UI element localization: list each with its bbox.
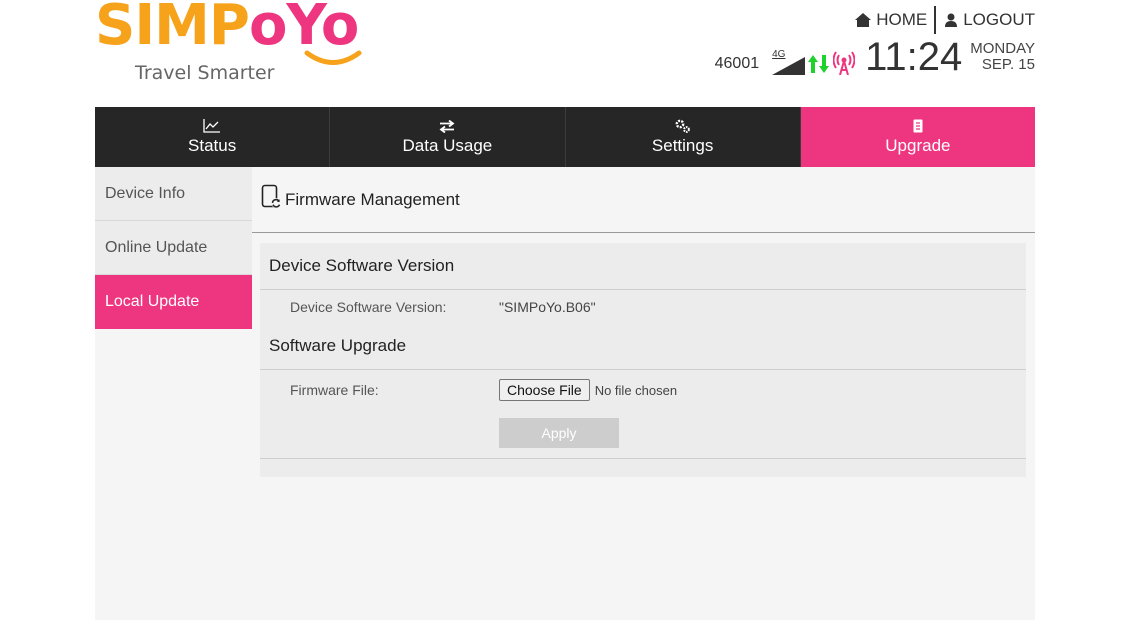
tab-upgrade-label: Upgrade xyxy=(885,136,951,155)
firmware-file-label: Firmware File: xyxy=(290,382,379,398)
signal-strength-indicator: 4G xyxy=(772,49,806,77)
carrier-code: 46001 xyxy=(714,55,760,72)
software-version-value: "SIMPoYo.B06" xyxy=(499,299,596,315)
gears-icon xyxy=(675,118,691,134)
logo-tagline: Travel Smarter xyxy=(135,62,275,84)
logo-smile-icon xyxy=(304,50,362,65)
logout-label: LOGOUT xyxy=(963,10,1035,29)
home-icon xyxy=(855,13,872,27)
page-header: Firmware Management xyxy=(252,167,1035,233)
top-links-divider xyxy=(934,6,937,34)
tab-data-usage-label: Data Usage xyxy=(402,136,493,155)
line-chart-icon xyxy=(203,118,221,134)
home-label: HOME xyxy=(876,10,928,29)
tab-settings[interactable]: Settings xyxy=(566,107,801,167)
wifi-antenna-icon xyxy=(833,51,856,75)
panel-footer xyxy=(260,458,1026,477)
firmware-device-icon xyxy=(261,184,281,208)
tab-data-usage[interactable]: Data Usage xyxy=(330,107,566,167)
section-title-software-upgrade: Software Upgrade xyxy=(260,323,1026,370)
no-file-chosen-text: No file chosen xyxy=(594,383,678,398)
firmware-panel: Device Software Version Device Software … xyxy=(260,243,1026,477)
main-area: Device Info Online Update Local Update F… xyxy=(95,167,1035,620)
upgrade-icon xyxy=(912,118,924,134)
apply-button[interactable]: Apply xyxy=(499,418,619,448)
choose-file-button[interactable]: Choose File xyxy=(499,379,590,401)
user-icon xyxy=(945,13,958,27)
sidebar-item-local-update[interactable]: Local Update xyxy=(95,275,252,329)
main-nav: Status Data Usage Settings Upgrade xyxy=(95,107,1035,167)
software-version-label: Device Software Version: xyxy=(290,299,447,315)
home-link[interactable]: HOME xyxy=(855,10,927,30)
clock-date: MONDAY SEP. 15 xyxy=(970,41,1035,73)
firmware-file-row: Firmware File: Choose File No file chosen xyxy=(260,370,1026,410)
sidebar-item-device-info[interactable]: Device Info xyxy=(95,167,252,221)
apply-row: Apply xyxy=(260,410,1026,448)
signal-strength-icon xyxy=(772,57,806,75)
software-version-row: Device Software Version: "SIMPoYo.B06" xyxy=(260,290,1026,323)
status-bar: 46001 4G 11:24 MONDAY SEP. 15 xyxy=(715,37,1035,77)
header: SIMPoYo Travel Smarter HOME LOGOUT 46001… xyxy=(0,0,1130,107)
tab-status-label: Status xyxy=(188,136,237,155)
data-transfer-arrows-icon xyxy=(808,55,830,73)
content: Firmware Management Device Software Vers… xyxy=(252,167,1035,477)
section-title-software-version: Device Software Version xyxy=(260,243,1026,290)
top-links: HOME LOGOUT xyxy=(855,6,1035,34)
sidebar-item-online-update[interactable]: Online Update xyxy=(95,221,252,275)
sidebar: Device Info Online Update Local Update xyxy=(95,167,252,329)
clock-time: 11:24 xyxy=(865,35,963,79)
firmware-file-input: Choose File No file chosen xyxy=(499,379,677,401)
logo-wordmark: SIMPoYo xyxy=(95,0,359,58)
clock-day: MONDAY xyxy=(970,40,1035,57)
logout-link[interactable]: LOGOUT xyxy=(944,10,1035,30)
simpoyo-logo[interactable]: SIMPoYo Travel Smarter xyxy=(95,0,385,90)
transfer-arrows-icon xyxy=(439,118,455,134)
tab-upgrade[interactable]: Upgrade xyxy=(800,107,1035,167)
tab-settings-label: Settings xyxy=(651,136,714,155)
tab-status[interactable]: Status xyxy=(95,107,331,167)
page-title: Firmware Management xyxy=(285,189,460,209)
clock-date-value: SEP. 15 xyxy=(981,56,1035,73)
